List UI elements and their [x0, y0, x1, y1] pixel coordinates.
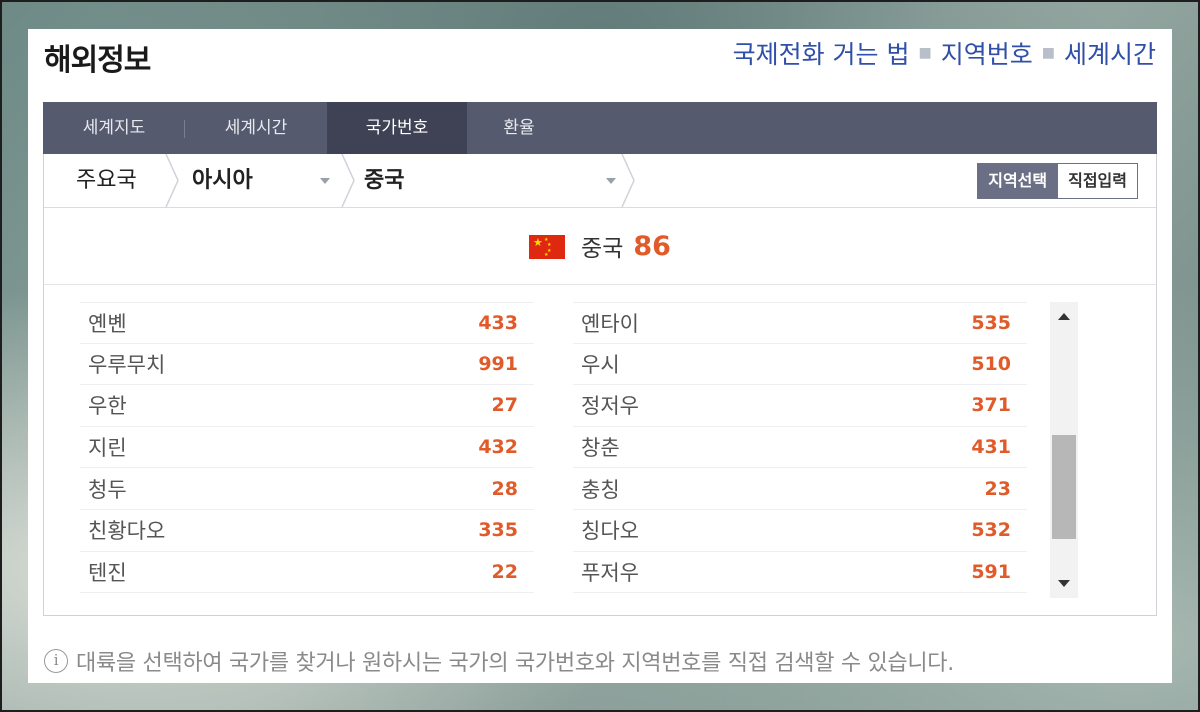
region-code: 28 — [491, 477, 518, 500]
region-code: 22 — [491, 560, 518, 583]
info-note: i 대륙을 선택하여 국가를 찾거나 원하시는 국가의 국가번호와 지역번호를 … — [44, 645, 954, 677]
chevron-right-icon — [165, 154, 179, 207]
region-row: 친황다오 335 — [80, 510, 534, 552]
region-name: 청두 — [88, 477, 127, 502]
country-code: 86 — [633, 230, 671, 262]
overseas-info-panel: 해외정보 국제전화 거는 법 ■ 지역번호 ■ 세계시간 세계지도 세계시간 국… — [28, 29, 1172, 683]
tab-exchange-rate[interactable]: 환율 — [467, 102, 571, 154]
region-code: 431 — [971, 436, 1011, 459]
region-column-right: 옌타이 535 우시 510 정저우 371 창춘 431 충칭 23 칭다오 532 푸저우 591 — [573, 302, 1027, 594]
breadcrumb-major-countries[interactable]: 주요국 — [76, 154, 137, 207]
region-select-button[interactable]: 지역선택 — [977, 163, 1059, 199]
region-name: 칭다오 — [581, 519, 639, 544]
region-code: 510 — [971, 352, 1011, 375]
scroll-thumb[interactable] — [1052, 435, 1076, 539]
region-name: 옌타이 — [581, 311, 639, 336]
info-icon: i — [44, 649, 68, 673]
link-intl-call-guide[interactable]: 국제전화 거는 법 — [733, 35, 910, 71]
china-flag-icon: ★ ★ ★ ★ ★ — [529, 235, 566, 259]
direct-input-button[interactable]: 직접입력 — [1058, 163, 1138, 199]
region-name: 우루무치 — [88, 352, 166, 377]
region-name: 친황다오 — [88, 519, 166, 544]
country-header: ★ ★ ★ ★ ★ 중국 86 — [44, 208, 1156, 285]
country-code-content: 주요국 아시아 중국 지역선택 직접입력 ★ ★ ★ ★ ★ 중국 86 옌볜 … — [43, 154, 1157, 616]
region-row: 지린 432 — [80, 427, 534, 469]
region-name: 정저우 — [581, 394, 639, 419]
region-name: 우시 — [581, 352, 620, 377]
region-row: 옌타이 535 — [573, 302, 1027, 344]
region-code: 335 — [478, 519, 518, 542]
link-area-code[interactable]: 지역번호 — [941, 35, 1033, 71]
region-name: 푸저우 — [581, 560, 639, 585]
continent-select[interactable]: 아시아 — [192, 154, 253, 207]
region-code: 532 — [971, 519, 1011, 542]
chevron-right-icon — [341, 154, 355, 207]
link-separator: ■ — [918, 45, 932, 61]
tab-label: 세계지도 — [82, 118, 146, 138]
chevron-down-icon[interactable] — [320, 178, 330, 184]
region-row: 텐진 22 — [80, 552, 534, 594]
region-row: 옌볜 433 — [80, 302, 534, 344]
region-code: 23 — [984, 477, 1011, 500]
chevron-right-icon — [621, 154, 635, 207]
region-code: 432 — [478, 436, 518, 459]
region-name: 우한 — [88, 394, 127, 419]
region-row: 청두 28 — [80, 468, 534, 510]
scroll-up-icon[interactable] — [1058, 313, 1070, 320]
page-title: 해외정보 — [44, 43, 151, 78]
scroll-down-icon[interactable] — [1058, 580, 1070, 587]
list-scrollbar[interactable] — [1050, 302, 1078, 598]
region-row: 우루무치 991 — [80, 344, 534, 386]
tab-bar: 세계지도 세계시간 국가번호 환율 — [43, 102, 1157, 154]
tab-world-map[interactable]: 세계지도 — [43, 102, 185, 154]
country-select[interactable]: 중국 — [364, 154, 404, 207]
region-code: 27 — [491, 394, 518, 417]
link-world-time[interactable]: 세계시간 — [1064, 35, 1156, 71]
region-row: 우시 510 — [573, 344, 1027, 386]
region-code: 991 — [478, 352, 518, 375]
tab-label: 세계시간 — [224, 118, 288, 138]
region-code: 591 — [971, 560, 1011, 583]
region-row: 우한 27 — [80, 385, 534, 427]
tab-label: 환율 — [503, 118, 535, 138]
region-code: 535 — [971, 311, 1011, 334]
info-text: 대륙을 선택하여 국가를 찾거나 원하시는 국가의 국가번호와 지역번호를 직접… — [76, 651, 954, 676]
link-separator: ■ — [1041, 45, 1055, 61]
region-row: 정저우 371 — [573, 385, 1027, 427]
region-row: 창춘 431 — [573, 427, 1027, 469]
region-name: 충칭 — [581, 477, 620, 502]
region-row: 푸저우 591 — [573, 552, 1027, 594]
region-name: 창춘 — [581, 436, 620, 461]
tab-country-code[interactable]: 국가번호 — [327, 102, 467, 154]
chevron-down-icon[interactable] — [606, 178, 616, 184]
breadcrumb: 주요국 아시아 중국 지역선택 직접입력 — [44, 154, 1156, 208]
country-name: 중국 — [581, 236, 624, 262]
region-name: 지린 — [88, 436, 127, 461]
region-name: 옌볜 — [88, 311, 127, 336]
region-code: 371 — [971, 394, 1011, 417]
mode-toggle: 지역선택 직접입력 — [977, 163, 1138, 199]
tab-label: 국가번호 — [365, 118, 429, 138]
tab-world-time[interactable]: 세계시간 — [185, 102, 327, 154]
region-row: 칭다오 532 — [573, 510, 1027, 552]
region-name: 텐진 — [88, 560, 127, 585]
region-column-left: 옌볜 433 우루무치 991 우한 27 지린 432 청두 28 친황다오 335 텐진 22 — [80, 302, 534, 594]
region-code: 433 — [478, 311, 518, 334]
header-links: 국제전화 거는 법 ■ 지역번호 ■ 세계시간 — [733, 35, 1156, 71]
region-row: 충칭 23 — [573, 468, 1027, 510]
